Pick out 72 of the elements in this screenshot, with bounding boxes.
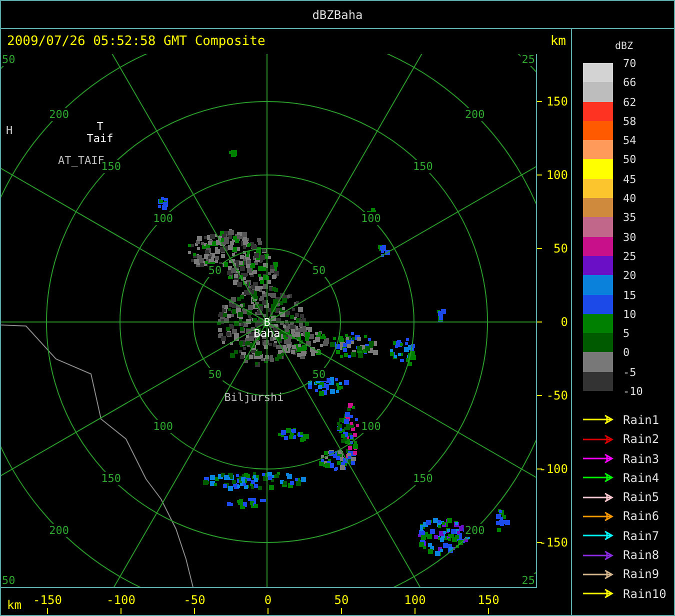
legend-label: Rain5	[623, 490, 660, 504]
range-ring-label: 25	[522, 54, 535, 66]
range-ring-label: 25	[522, 574, 535, 587]
legend-label: Rain1	[623, 412, 660, 427]
scale-label: 20	[623, 268, 638, 284]
scale-label: 45	[623, 172, 638, 188]
axis-tick-label: 150	[478, 593, 500, 607]
scale-label: 58	[623, 114, 638, 130]
place-label: Taif	[86, 132, 114, 145]
range-ring-label: 100	[153, 420, 173, 433]
range-ring-label: 50	[208, 368, 222, 381]
axis-tick-label: 0	[560, 315, 568, 329]
range-ring-label: 50	[2, 54, 16, 66]
scale-label: 30	[623, 230, 638, 246]
axis-tick-label: 100	[546, 168, 568, 182]
scale-label: 70	[623, 56, 638, 72]
legend-label: Rain3	[623, 452, 660, 466]
range-ring-label: 200	[49, 108, 70, 122]
range-ring-label: 200	[49, 524, 70, 537]
legend-label: Rain6	[623, 509, 660, 524]
scale-label: 50	[623, 152, 638, 168]
axis-unit-label: km	[550, 34, 566, 49]
range-ring-label: 100	[361, 420, 381, 433]
axis-tick-label: 150	[546, 94, 568, 108]
scale-label: 62	[623, 94, 638, 111]
scale-label: -10	[623, 384, 643, 400]
place-label: H	[6, 124, 13, 137]
scale-label: 5	[623, 326, 631, 342]
legend-label: Rain2	[623, 432, 660, 446]
scale-label: 40	[623, 191, 638, 208]
scale-label: -5	[623, 364, 638, 381]
range-ring-label: 200	[464, 108, 485, 122]
axis-tick-label: -100	[106, 593, 136, 607]
range-ring-label: 150	[101, 472, 122, 485]
scale-title: dBZ	[615, 41, 634, 54]
scale-label: 15	[623, 288, 638, 304]
range-ring-label: 150	[101, 160, 122, 174]
axis-tick-label: 50	[554, 242, 568, 256]
scale-label: 54	[623, 133, 638, 150]
range-ring-label: 50	[312, 264, 326, 278]
place-label: Baha	[254, 327, 280, 340]
range-ring-label: 100	[361, 212, 381, 226]
axis-unit-label: km	[7, 598, 22, 612]
window-title: dBZBaha	[1, 1, 674, 29]
legend-label: Rain4	[623, 470, 660, 485]
scale-label: 66	[623, 75, 638, 92]
axis-tick-label: 0	[264, 593, 272, 607]
axis-tick-label: -100	[539, 462, 568, 476]
place-label: T	[96, 120, 104, 133]
scale-label: 25	[623, 248, 638, 265]
place-label: B	[264, 316, 270, 329]
range-ring-label: 50	[312, 368, 326, 381]
range-ring-label: 50	[208, 264, 222, 278]
legend-label: Rain8	[623, 548, 660, 562]
range-ring-label: 150	[412, 160, 433, 174]
scale-label: 35	[623, 210, 638, 226]
axis-tick-label: 50	[334, 593, 349, 607]
range-ring-label: 100	[153, 212, 173, 226]
axis-tick-label: 100	[404, 593, 426, 607]
scale-label: 0	[623, 345, 631, 362]
scale-label: 10	[623, 306, 638, 323]
range-ring-label: 50	[2, 574, 16, 587]
legend-label: Rain7	[623, 528, 660, 543]
range-ring-label: 200	[464, 524, 485, 537]
legend-label: Rain9	[623, 567, 660, 582]
range-ring-label: 150	[412, 472, 433, 485]
legend-label: Rain10	[623, 586, 666, 601]
axis-tick-label: -150	[33, 593, 62, 607]
timestamp-label: 2009/07/26 05:52:58 GMT Composite	[7, 34, 266, 49]
axis-tick-label: -50	[184, 593, 206, 607]
axis-tick-label: -150	[539, 536, 568, 550]
axis-tick-label: -50	[546, 388, 568, 402]
